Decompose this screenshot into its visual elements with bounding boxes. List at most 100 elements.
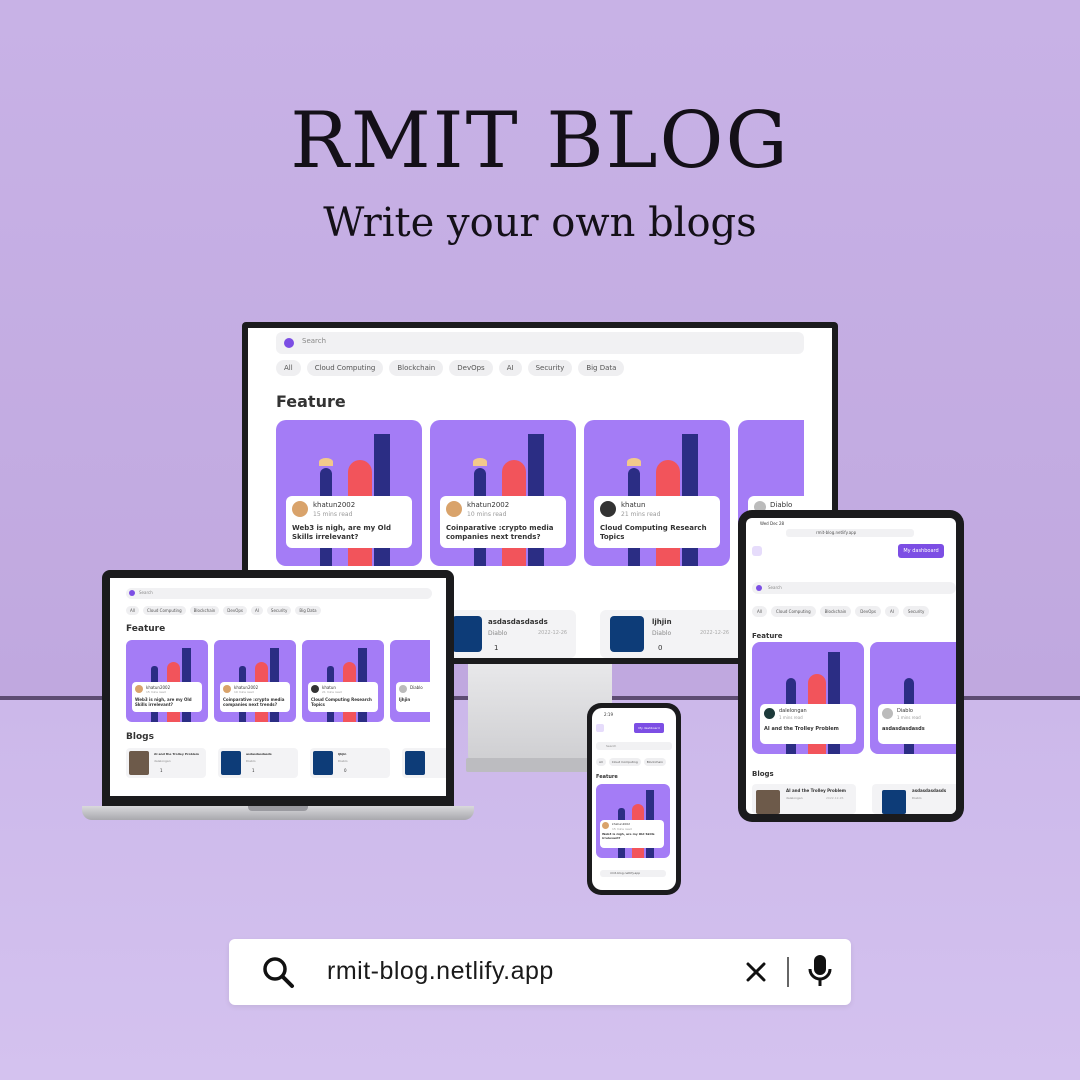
laptop-screen: Search All Cloud Computing Blockchain De… [110, 578, 446, 796]
feature-heading: Feature [752, 632, 783, 640]
avatar [602, 822, 609, 829]
feature-card[interactable]: Diablo ljhjin [390, 640, 430, 722]
chip-blockchain[interactable]: Blockchain [819, 606, 852, 617]
blog-author: dalelongan [154, 759, 171, 763]
blog-author: dalelongan [786, 796, 803, 800]
microphone-icon[interactable] [807, 953, 833, 989]
chip-security[interactable]: Security [527, 360, 573, 376]
chip-all[interactable]: All [596, 758, 606, 766]
chip-all[interactable]: All [276, 360, 301, 376]
search-input[interactable]: Search [139, 590, 153, 595]
chip-cloud-computing[interactable]: Cloud Computing [608, 758, 641, 766]
blog-row[interactable]: ljhjin Diablo 0 [310, 748, 390, 778]
blog-row[interactable] [402, 748, 446, 778]
dashboard-button[interactable]: My dashboard [898, 544, 944, 558]
feature-heading: Feature [126, 624, 166, 634]
feature-card-info: khatun 21 mins read Cloud Computing Rese… [308, 682, 378, 712]
art-figure [473, 458, 487, 466]
chip-all[interactable]: All [126, 606, 139, 615]
chip-cloud-computing[interactable]: Cloud Computing [306, 360, 384, 376]
feature-card-info: Diablo ljhjin [396, 682, 430, 712]
chip-blockchain[interactable]: Blockchain [643, 758, 666, 766]
search-bar[interactable]: Search [596, 742, 672, 750]
card-read-time: 15 mins read [313, 511, 353, 518]
search-input[interactable]: Search [606, 744, 616, 748]
blog-likes: 1 [160, 768, 163, 773]
feature-card[interactable]: Diablo 1 mins read asdasdasdasds [870, 642, 956, 754]
dashboard-button[interactable]: My dashboard [634, 723, 664, 733]
browser-url-bar[interactable]: rmit-blog.netlify.app [600, 870, 666, 877]
blog-thumbnail [452, 616, 482, 652]
search-address-bar[interactable]: rmit-blog.netlify.app [229, 939, 851, 1005]
blog-row[interactable]: ljhjin Diablo 2022-12-26 0 [600, 610, 744, 658]
card-title: Web3 is nigh, are my Old Skills irreleva… [602, 832, 655, 840]
search-input[interactable]: Search [302, 337, 326, 345]
blog-row[interactable]: asdasdasdasds Diablo 1 [218, 748, 298, 778]
chip-big-data[interactable]: Big Data [578, 360, 625, 376]
avatar [292, 501, 308, 517]
chip-blockchain[interactable]: Blockchain [389, 360, 444, 376]
logo-icon [596, 724, 604, 732]
search-input[interactable]: Search [768, 585, 782, 590]
chip-cloud-computing[interactable]: Cloud Computing [770, 606, 816, 617]
chip-ai[interactable]: AI [250, 606, 263, 615]
card-read-time: 15 mins read [612, 827, 632, 831]
feature-card-info: khatun2002 10 mins read Coinparative :cr… [220, 682, 290, 712]
feature-card[interactable]: khatun2002 10 mins read Coinparative :cr… [430, 420, 576, 566]
feature-card-info: khatun 21 mins read Cloud Computing Rese… [594, 496, 720, 548]
search-bar[interactable]: Search [752, 582, 956, 594]
blog-thumbnail [129, 751, 149, 775]
feature-card[interactable]: khatun2002 15 mins read Web3 is nigh, ar… [596, 784, 670, 858]
blog-thumbnail [610, 616, 644, 652]
chip-big-data[interactable]: Big Data [295, 606, 321, 615]
feature-card[interactable]: khatun2002 10 mins read Coinparative :cr… [214, 640, 296, 722]
chip-devops[interactable]: DevOps [223, 606, 247, 615]
chip-ai[interactable]: AI [498, 360, 522, 376]
search-icon[interactable] [262, 956, 296, 990]
chip-security[interactable]: Security [266, 606, 292, 615]
blog-row[interactable]: asdasdasdasds Diablo 2022-12-26 1 [446, 610, 576, 658]
avatar [764, 708, 775, 719]
chip-security[interactable]: Security [902, 606, 930, 617]
feature-card[interactable]: dalelongan 1 mins read AI and the Trolle… [752, 642, 864, 754]
blog-author: Diablo [246, 759, 256, 763]
chip-ai[interactable]: AI [884, 606, 899, 617]
blog-author: Diablo [488, 630, 508, 637]
close-icon[interactable] [745, 961, 767, 983]
card-author: Diablo [410, 685, 423, 690]
chip-cloud-computing[interactable]: Cloud Computing [142, 606, 186, 615]
card-title: Coinparative :crypto media companies nex… [446, 524, 554, 542]
url-text[interactable]: rmit-blog.netlify.app [327, 957, 554, 986]
blog-row[interactable]: AI and the Trolley Problem dalelongan 20… [752, 784, 856, 814]
chip-devops[interactable]: DevOps [449, 360, 493, 376]
card-title: Cloud Computing Research Topics [600, 524, 707, 542]
art-figure [319, 458, 333, 466]
feature-card[interactable]: khatun 21 mins read Cloud Computing Rese… [302, 640, 384, 722]
blog-author: Diablo [912, 796, 922, 800]
chip-blockchain[interactable]: Blockchain [189, 606, 220, 615]
phone-screen: 2:19 My dashboard Search All Cloud Compu… [592, 708, 676, 890]
blog-row[interactable]: AI and the Trolley Problem dalelongan 1 [126, 748, 206, 778]
chip-all[interactable]: All [752, 606, 767, 617]
blog-date: 2022-12-26 [538, 630, 568, 636]
status-time: 2:19 [604, 712, 613, 717]
blog-thumbnail [882, 790, 906, 814]
browser-url-bar[interactable]: rmit-blog.netlify.app [786, 529, 914, 537]
laptop: Search All Cloud Computing Blockchain De… [102, 570, 454, 806]
blog-thumbnail [221, 751, 241, 775]
blog-title: ljhjin [652, 618, 672, 626]
search-bar[interactable]: Search [276, 332, 804, 354]
logo-icon [752, 546, 762, 556]
blog-title: AI and the Trolley Problem [154, 752, 199, 756]
url-text: rmit-blog.netlify.app [610, 871, 641, 875]
search-bar[interactable]: Search [126, 588, 432, 599]
feature-card[interactable]: khatun 21 mins read Cloud Computing Rese… [584, 420, 730, 566]
avatar [399, 685, 407, 693]
card-author: khatun [621, 501, 646, 509]
feature-card[interactable]: khatun2002 15 mins read Web3 is nigh, ar… [126, 640, 208, 722]
blog-likes: 1 [494, 644, 499, 652]
feature-card[interactable]: khatun2002 15 mins read Web3 is nigh, ar… [276, 420, 422, 566]
chip-devops[interactable]: DevOps [855, 606, 881, 617]
blog-row[interactable]: asdasdasdasds Diablo [872, 784, 956, 814]
feature-card-info: khatun2002 15 mins read Web3 is nigh, ar… [600, 820, 664, 848]
